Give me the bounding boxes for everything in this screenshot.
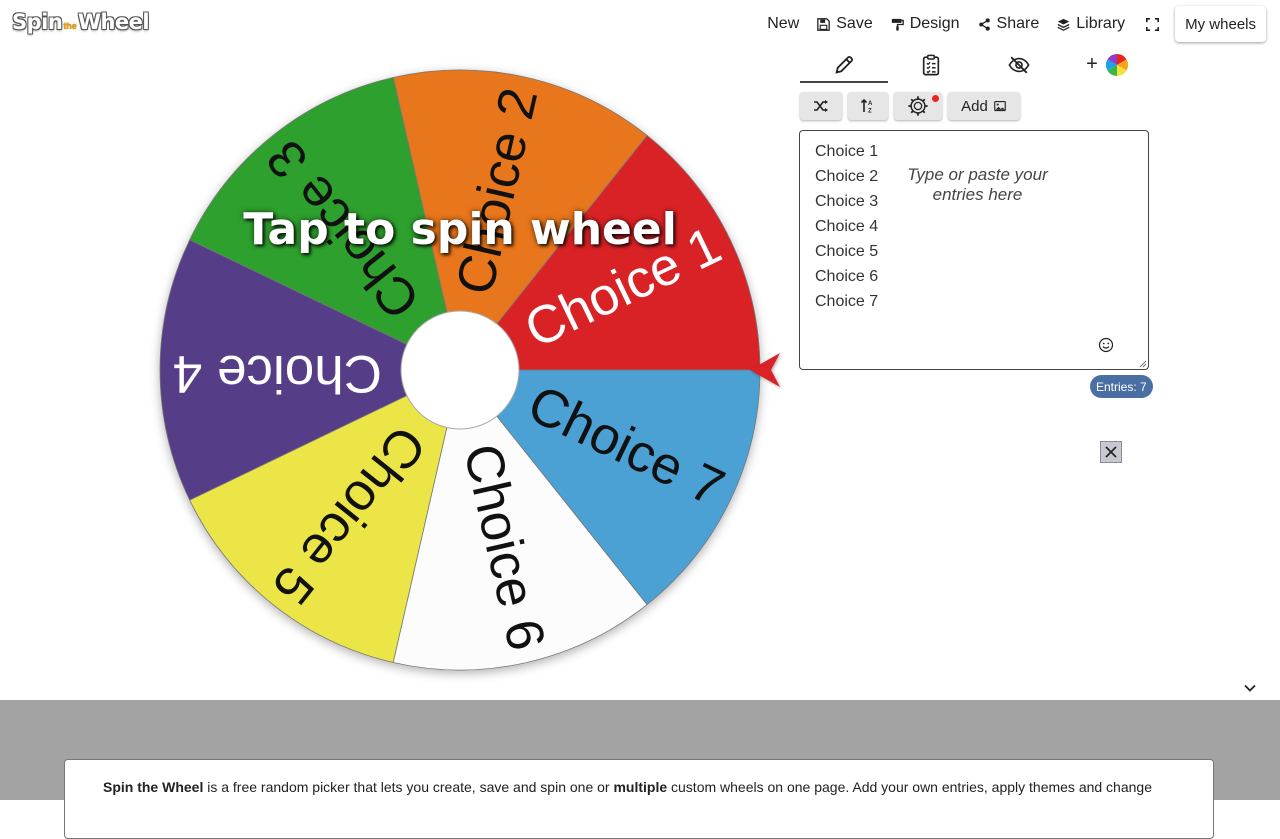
entry-line[interactable]: Choice 7 bbox=[815, 289, 878, 314]
entry-line[interactable]: Choice 4 bbox=[815, 214, 878, 239]
chevron-down-icon bbox=[1244, 684, 1256, 692]
tab-hide[interactable] bbox=[974, 48, 1064, 81]
entry-line[interactable]: Choice 5 bbox=[815, 239, 878, 264]
my-wheels-label: My wheels bbox=[1185, 15, 1256, 33]
entry-line[interactable]: Choice 2 bbox=[815, 164, 878, 189]
wheel-graphic[interactable]: Choice 1Choice 2Choice 3Choice 4Choice 5… bbox=[157, 67, 780, 673]
advanced-settings-button[interactable] bbox=[894, 92, 942, 120]
library-button-label: Library bbox=[1076, 15, 1126, 32]
about-text-a: is a free random picker that lets you cr… bbox=[203, 779, 614, 795]
expand-icon bbox=[1146, 17, 1160, 31]
pencil-icon bbox=[835, 55, 854, 74]
entries-count-badge: Entries: 7 bbox=[1090, 375, 1153, 398]
my-wheels-button[interactable]: My wheels bbox=[1175, 6, 1266, 42]
sort-button[interactable]: AZ bbox=[848, 92, 888, 120]
footer-section: Spin the Wheel is a free random picker t… bbox=[0, 700, 1280, 839]
svg-text:Z: Z bbox=[868, 109, 872, 115]
tab-results[interactable] bbox=[888, 48, 974, 81]
add-image-label: Add bbox=[961, 97, 988, 115]
about-text-b: custom wheels on one page. Add your own … bbox=[667, 779, 1152, 795]
add-image-button[interactable]: Add bbox=[948, 92, 1020, 120]
wheel-center-hub[interactable] bbox=[400, 310, 520, 430]
color-wheel-icon bbox=[1105, 53, 1128, 76]
floppy-disk-icon bbox=[817, 17, 831, 31]
layers-icon bbox=[1057, 18, 1070, 31]
entries-placeholder: Type or paste your entries here bbox=[907, 165, 1048, 204]
top-navigation: New Save Design Share Library My wheels bbox=[758, 0, 1280, 48]
logo-text-the: the bbox=[63, 21, 77, 31]
sort-icon: AZ bbox=[860, 98, 873, 115]
tap-to-spin-label[interactable]: Tap to spin wheel bbox=[160, 204, 760, 255]
shuffle-icon bbox=[814, 100, 828, 112]
library-button[interactable]: Library bbox=[1048, 0, 1134, 48]
tab-entries[interactable] bbox=[800, 48, 888, 83]
save-button-label: Save bbox=[836, 15, 873, 32]
app-logo[interactable]: Spin the Wheel bbox=[12, 8, 150, 36]
save-button[interactable]: Save bbox=[808, 0, 881, 48]
fullscreen-button[interactable] bbox=[1134, 0, 1171, 48]
design-button[interactable]: Design bbox=[882, 0, 969, 48]
scroll-down-button[interactable] bbox=[1220, 676, 1280, 700]
close-icon bbox=[1105, 446, 1117, 458]
entries-toolbar: AZ Add bbox=[800, 92, 1020, 120]
about-brand: Spin the Wheel bbox=[103, 779, 204, 795]
wheel-segment-label: Choice 4 bbox=[173, 344, 382, 403]
new-button[interactable]: New bbox=[758, 0, 808, 48]
svg-text:A: A bbox=[868, 101, 873, 107]
eye-slash-icon bbox=[1008, 56, 1030, 73]
entries-textbox[interactable]: Choice 1 Choice 2 Choice 3 Choice 4 Choi… bbox=[799, 130, 1149, 370]
image-icon bbox=[994, 100, 1006, 112]
notification-dot bbox=[932, 95, 939, 102]
share-icon bbox=[978, 17, 990, 31]
sidebar-tabs: + bbox=[800, 48, 1150, 83]
logo-text-spin: Spin bbox=[12, 10, 63, 34]
resize-handle-icon[interactable] bbox=[1139, 360, 1147, 368]
new-button-label: New bbox=[767, 15, 800, 32]
close-ad-button[interactable] bbox=[1100, 441, 1122, 463]
about-bold: multiple bbox=[613, 779, 668, 795]
paint-roller-icon bbox=[891, 18, 904, 31]
shuffle-button[interactable] bbox=[800, 92, 842, 120]
smiley-icon[interactable] bbox=[1098, 337, 1114, 353]
design-button-label: Design bbox=[909, 15, 960, 32]
entry-line[interactable]: Choice 1 bbox=[815, 139, 878, 164]
logo-text-wheel: Wheel bbox=[77, 10, 150, 34]
entry-line[interactable]: Choice 6 bbox=[815, 264, 878, 289]
about-card: Spin the Wheel is a free random picker t… bbox=[64, 759, 1214, 839]
entry-line[interactable]: Choice 3 bbox=[815, 189, 878, 214]
clipboard-list-icon bbox=[922, 54, 940, 75]
about-text: Spin the Wheel is a free random picker t… bbox=[103, 776, 1163, 798]
gear-icon bbox=[908, 96, 928, 116]
plus-icon: + bbox=[1086, 53, 1098, 75]
share-button[interactable]: Share bbox=[969, 0, 1049, 48]
spin-wheel[interactable]: Choice 1 Choice 2 Choice 3 Choice 4 Choice 5… bbox=[157, 67, 780, 673]
tab-add-wheel[interactable]: + bbox=[1064, 48, 1150, 81]
entries-list[interactable]: Choice 1 Choice 2 Choice 3 Choice 4 Choi… bbox=[815, 139, 878, 314]
share-button-label: Share bbox=[996, 15, 1040, 32]
